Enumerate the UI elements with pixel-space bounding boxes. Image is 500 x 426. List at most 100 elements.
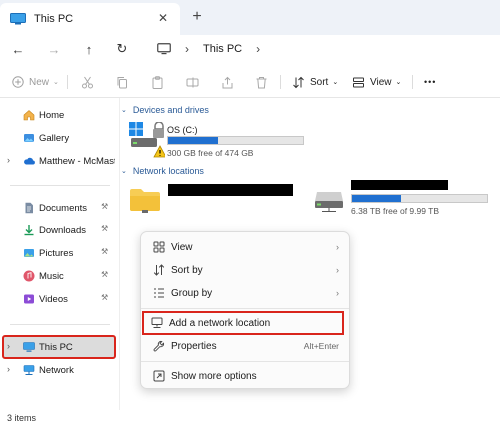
music-icon [23, 270, 35, 282]
properties-icon [153, 340, 165, 352]
up-arrow-icon[interactable]: ↑ [80, 40, 98, 58]
command-bar: New ⌄ Sort ⌄ View ⌄ ••• [0, 66, 500, 98]
sidebar-item-downloads[interactable]: Downloads ⚒ [0, 220, 120, 240]
copy-icon [117, 76, 127, 88]
close-tab-icon[interactable]: ✕ [156, 11, 170, 25]
sidebar-item-videos[interactable]: Videos ⚒ [0, 289, 120, 309]
chevron-right-icon: › [336, 242, 339, 252]
pin-icon[interactable]: ⚒ [101, 224, 108, 233]
sidebar-item-label: Documents [39, 202, 88, 214]
group-header-network[interactable]: ⌄ Network locations [120, 164, 204, 178]
pictures-icon [24, 249, 34, 257]
menu-item-sort-by[interactable]: Sort by › [145, 259, 347, 281]
share-button[interactable] [221, 74, 234, 90]
sidebar-item-home[interactable]: Home [0, 105, 120, 125]
drive-name: OS (C:) [167, 125, 198, 135]
network-location-icon [151, 317, 163, 328]
forward-arrow-icon[interactable]: → [45, 40, 63, 58]
sidebar-item-documents[interactable]: Documents ⚒ [0, 198, 120, 218]
sidebar-item-label: Music [39, 270, 64, 282]
sidebar-item-network[interactable]: › Network [0, 360, 120, 380]
delete-button[interactable] [255, 74, 268, 90]
clipboard-icon [152, 75, 163, 89]
navigation-pane: Home Gallery › Matthew - McMaster Docume… [0, 98, 120, 410]
chevron-right-icon: › [336, 265, 339, 275]
cut-button[interactable] [81, 74, 94, 90]
drive-free-space: 6.38 TB free of 9.99 TB [351, 206, 440, 216]
videos-icon [24, 294, 34, 304]
context-menu: View › Sort by › Group by › Add a networ… [140, 231, 350, 389]
back-arrow-icon[interactable]: ← [9, 40, 27, 58]
pin-icon[interactable]: ⚒ [101, 270, 108, 279]
sort-button[interactable]: Sort ⌄ [292, 74, 338, 90]
status-bar: 3 items [0, 410, 500, 426]
title-bar: This PC ✕ + [0, 0, 500, 35]
redacted-name [168, 184, 293, 196]
drive-usage-fill [168, 137, 218, 144]
breadcrumb-this-pc[interactable]: This PC [203, 43, 242, 55]
sort-icon [293, 76, 304, 88]
rename-button[interactable] [186, 74, 199, 90]
folder-icon [130, 189, 160, 213]
group-header-devices[interactable]: ⌄ Devices and drives [120, 103, 209, 117]
network-icon [23, 365, 35, 375]
more-options-icon[interactable]: ••• [424, 74, 436, 90]
expand-chevron-icon[interactable]: › [7, 155, 10, 165]
menu-item-label: Show more options [171, 370, 257, 382]
navigation-bar: ← → ↑ ↻ › This PC › [0, 35, 500, 63]
group-title: Network locations [132, 166, 204, 176]
drive-usage-fill [352, 195, 401, 202]
monitor-icon [157, 43, 171, 55]
breadcrumb-separator: › [185, 42, 189, 56]
downloads-icon [24, 225, 34, 236]
sidebar-item-label: Network [39, 364, 74, 376]
expand-chevron-icon[interactable]: › [7, 364, 10, 374]
sidebar-item-label: Downloads [39, 224, 86, 236]
sidebar-item-pictures[interactable]: Pictures ⚒ [0, 243, 120, 263]
rename-icon [186, 77, 199, 87]
menu-item-label: Add a network location [169, 317, 271, 329]
sidebar-item-this-pc[interactable]: › This PC [2, 335, 116, 359]
sidebar-item-label: Videos [39, 293, 68, 305]
sort-icon [153, 264, 165, 276]
menu-item-label: Group by [171, 287, 213, 299]
menu-item-properties[interactable]: Properties Alt+Enter [145, 335, 347, 357]
sidebar-item-label: Gallery [39, 132, 70, 144]
tab-this-pc[interactable]: This PC ✕ [0, 3, 180, 35]
expand-chevron-icon[interactable]: › [7, 341, 10, 351]
tab-title: This PC [34, 13, 74, 25]
home-icon [23, 110, 35, 121]
menu-item-add-network-location[interactable]: Add a network location [142, 311, 344, 335]
menu-item-group-by[interactable]: Group by › [145, 282, 347, 304]
menu-item-shortcut: Alt+Enter [303, 341, 339, 351]
sidebar-item-gallery[interactable]: Gallery [0, 128, 120, 148]
scissors-icon [82, 76, 93, 88]
new-button[interactable]: New ⌄ [12, 74, 59, 90]
view-icon [153, 241, 165, 253]
documents-icon [25, 202, 33, 214]
menu-separator [141, 361, 349, 362]
breadcrumb-expand-chevron[interactable]: › [256, 42, 260, 56]
sidebar-divider [10, 324, 110, 325]
menu-item-show-more-options[interactable]: Show more options [145, 365, 347, 387]
trash-icon [256, 76, 267, 88]
new-tab-icon[interactable]: + [189, 9, 205, 25]
redacted-name [351, 180, 448, 190]
pin-icon[interactable]: ⚒ [101, 293, 108, 302]
plus-circle-icon [12, 76, 24, 88]
menu-item-view[interactable]: View › [145, 236, 347, 258]
drive-free-space: 300 GB free of 474 GB [167, 148, 254, 158]
view-button[interactable]: View ⌄ [352, 74, 401, 90]
chevron-down-icon: ⌄ [53, 79, 59, 86]
refresh-icon[interactable]: ↻ [113, 40, 131, 58]
item-count: 3 items [7, 413, 37, 423]
group-title: Devices and drives [132, 105, 209, 115]
sidebar-item-onedrive[interactable]: › Matthew - McMaster [0, 151, 120, 171]
paste-button[interactable] [151, 74, 164, 90]
copy-button[interactable] [116, 74, 129, 90]
pin-icon[interactable]: ⚒ [101, 202, 108, 211]
pin-icon[interactable]: ⚒ [101, 247, 108, 256]
sidebar-item-music[interactable]: Music ⚒ [0, 266, 120, 286]
chevron-down-icon: ⌄ [395, 79, 402, 86]
address-bar[interactable]: › This PC › [145, 37, 500, 61]
